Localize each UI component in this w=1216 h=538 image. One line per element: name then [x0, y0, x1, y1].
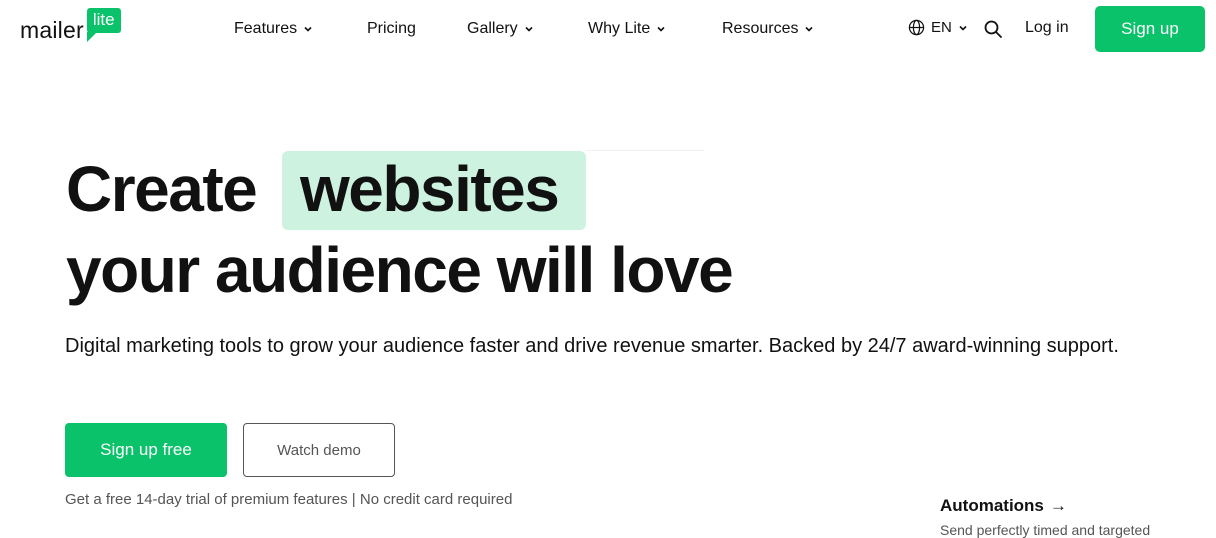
nav-pricing[interactable]: Pricing [367, 18, 416, 40]
automations-subtitle: Send perfectly timed and targeted [940, 522, 1151, 538]
trial-note: Get a free 14-day trial of premium featu… [65, 491, 513, 508]
nav-why-lite[interactable]: Why Lite [588, 18, 666, 40]
chevron-down-icon [805, 26, 814, 32]
signup-button[interactable]: Sign up [1095, 6, 1205, 52]
nav-resources-label: Resources [722, 20, 799, 37]
top-nav: mailer lite Features Pricing Gallery Why… [0, 0, 1216, 58]
nav-features-label: Features [234, 20, 298, 37]
hero-subtitle: Digital marketing tools to grow your aud… [65, 335, 1119, 357]
chevron-down-icon [657, 26, 665, 32]
nav-why-lite-label: Why Lite [588, 20, 651, 37]
globe-icon [908, 19, 925, 36]
chevron-down-icon [304, 26, 312, 32]
nav-gallery-label: Gallery [467, 20, 518, 37]
logo-badge: lite [86, 8, 121, 42]
language-selector[interactable]: EN [908, 19, 968, 36]
headline-line-two: your audience will love [66, 234, 734, 306]
watch-demo-button[interactable]: Watch demo [243, 423, 395, 477]
nav-features[interactable]: Features [234, 18, 313, 40]
search-icon[interactable] [983, 19, 1003, 39]
automations-link[interactable]: Automations → [940, 496, 1067, 516]
signup-free-button[interactable]: Sign up free [65, 423, 227, 477]
nav-pricing-label: Pricing [367, 20, 416, 37]
logo-wordmark: mailer [20, 17, 84, 43]
mailerlite-logo[interactable]: mailer lite [20, 8, 121, 45]
login-link[interactable]: Log in [1025, 19, 1069, 37]
arrow-right-icon: → [1049, 496, 1067, 515]
headline-highlight-word: websites [300, 153, 560, 225]
chevron-down-icon [959, 25, 967, 31]
decorative-divider [586, 150, 704, 151]
automations-title: Automations [940, 496, 1044, 515]
language-label: EN [931, 19, 952, 36]
nav-gallery[interactable]: Gallery [467, 18, 534, 40]
headline-create: Create [66, 153, 258, 225]
chevron-down-icon [525, 26, 533, 32]
nav-resources[interactable]: Resources [722, 18, 814, 40]
